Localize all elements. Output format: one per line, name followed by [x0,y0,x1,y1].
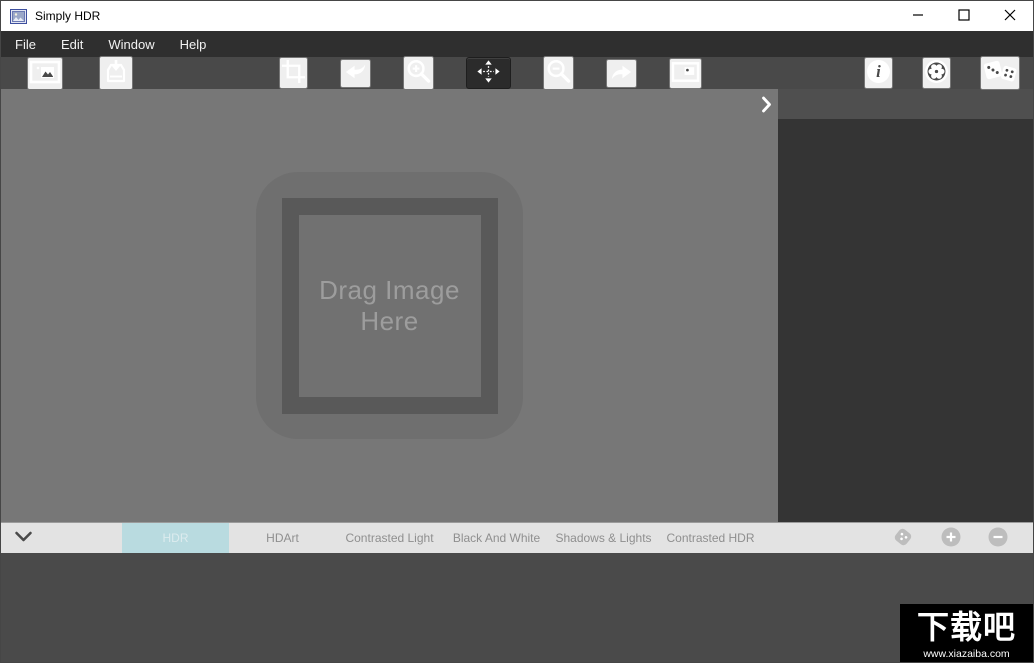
image-adjust-button[interactable] [669,57,702,89]
zoom-in-button[interactable] [403,56,434,90]
minimize-button[interactable] [895,1,941,31]
menu-window[interactable]: Window [108,37,154,52]
title-bar: Simply HDR [1,1,1033,31]
toolbar: i [1,56,1033,90]
zoom-out-icon [545,58,572,88]
toolbar-center-group [279,56,702,90]
right-panel [778,89,1033,522]
info-button[interactable]: i [864,57,893,89]
menu-file[interactable]: File [15,37,36,52]
close-button[interactable] [987,1,1033,31]
menu-bar: File Edit Window Help [1,31,1033,57]
randomize-preset-button[interactable] [892,526,914,551]
tab-hdart[interactable]: HDArt [229,523,336,553]
svg-text:i: i [876,62,881,81]
watermark-logo: 下载吧 [916,609,1016,645]
tabbar-collapse-button[interactable] [14,523,33,553]
watermark: 下载吧 www.xiazaiba.com [900,604,1033,662]
dropzone-inner: Drag Image Here [298,214,481,397]
image-canvas: Drag Image Here [1,89,778,522]
app-icon [10,8,27,24]
panel-toggle-button[interactable] [761,96,772,116]
dice-button[interactable] [980,56,1020,90]
remove-preset-button[interactable] [988,527,1008,550]
window-controls [895,1,1033,31]
app-window: Simply HDR File Edit Window Help i Drag … [0,0,1034,663]
preset-thumbnail-strip: 下载吧 www.xiazaiba.com [1,553,1033,662]
dropzone-border: Drag Image Here [281,197,498,414]
move-tool-button[interactable] [466,57,511,89]
minimize-icon [912,9,924,24]
toolbar-right-group: i [864,56,1020,90]
dice-icon [982,58,1018,88]
main-area: Drag Image Here [1,89,1033,522]
dropzone-label: Drag Image Here [319,274,460,336]
watermark-url: www.xiazaiba.com [923,648,1010,660]
crop-icon [281,59,306,87]
open-image-icon [29,59,61,88]
settings-button[interactable] [922,57,951,89]
undo-button[interactable] [340,58,371,88]
redo-icon [608,61,635,86]
undo-icon [342,61,369,86]
maximize-icon [958,8,970,24]
redo-button[interactable] [606,58,637,88]
tab-contrasted-hdr[interactable]: Contrasted HDR [657,523,764,553]
zoom-in-icon [405,58,432,88]
tab-contrasted-light[interactable]: Contrasted Light [336,523,443,553]
randomize-preset-icon [892,526,914,551]
info-icon: i [866,59,891,87]
menu-help[interactable]: Help [180,37,207,52]
add-preset-icon [941,527,961,550]
menu-edit[interactable]: Edit [61,37,83,52]
move-icon [475,60,502,86]
image-adjust-icon [671,60,700,87]
crop-button[interactable] [279,57,308,89]
chevron-down-icon [14,530,33,546]
right-panel-header [778,89,1033,119]
toolbar-left-group [27,56,133,90]
tab-hdr[interactable]: HDR [122,523,229,553]
chevron-right-icon [761,96,772,116]
preset-tabs: HDR HDArt Contrasted Light Black And Whi… [122,523,764,553]
tabbar-actions [892,523,1008,553]
preset-tabbar: HDR HDArt Contrasted Light Black And Whi… [1,522,1033,553]
settings-icon [924,59,949,87]
add-preset-button[interactable] [941,527,961,550]
remove-preset-icon [988,527,1008,550]
zoom-out-button[interactable] [543,56,574,90]
import-image-icon [101,58,131,88]
image-dropzone[interactable]: Drag Image Here [256,172,523,439]
maximize-button[interactable] [941,1,987,31]
open-image-button[interactable] [27,56,63,90]
tab-black-and-white[interactable]: Black And White [443,523,550,553]
close-icon [1004,9,1016,24]
tab-shadows-and-lights[interactable]: Shadows & Lights [550,523,657,553]
import-image-button[interactable] [99,56,133,90]
window-title: Simply HDR [35,9,101,23]
